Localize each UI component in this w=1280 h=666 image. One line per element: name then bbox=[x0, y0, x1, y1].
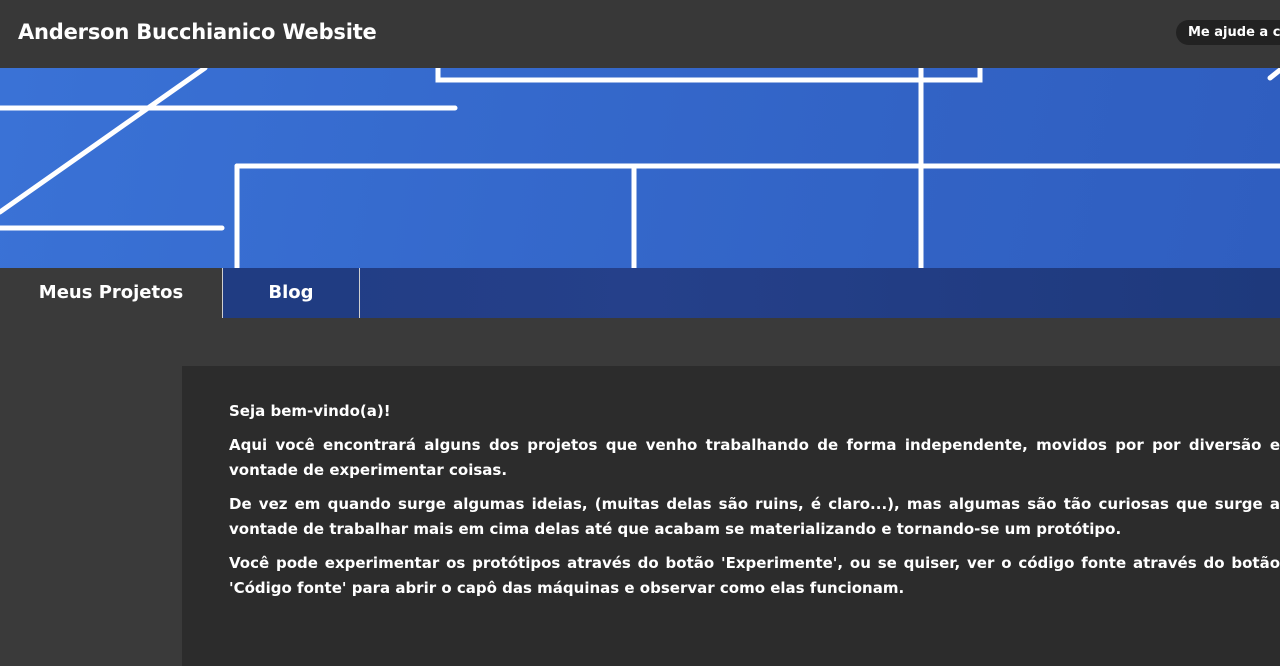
intro-paragraph-2: De vez em quando surge algumas ideias, (… bbox=[229, 495, 1280, 538]
blueprint-lines-graphic bbox=[0, 68, 1280, 268]
top-bar: Anderson Bucchianico Website Me ajude a … bbox=[0, 0, 1280, 68]
nav-tabs: Meus Projetos Blog bbox=[0, 268, 1280, 318]
hero-banner bbox=[0, 68, 1280, 268]
intro-text: Seja bem-vindo(a)! Aqui você encontrará … bbox=[229, 399, 1280, 610]
intro-paragraph-3: Você pode experimentar os protótipos atr… bbox=[229, 554, 1280, 597]
intro-paragraph-1: Aqui você encontrará alguns dos projetos… bbox=[229, 436, 1280, 479]
tab-meus-projetos[interactable]: Meus Projetos bbox=[0, 268, 223, 318]
site-title[interactable]: Anderson Bucchianico Website bbox=[18, 20, 377, 44]
tab-blog[interactable]: Blog bbox=[223, 268, 360, 318]
main-content-panel: Seja bem-vindo(a)! Aqui você encontrará … bbox=[182, 366, 1280, 666]
greeting-text: Seja bem-vindo(a)! bbox=[229, 402, 391, 420]
help-button[interactable]: Me ajude a con bbox=[1176, 20, 1280, 45]
